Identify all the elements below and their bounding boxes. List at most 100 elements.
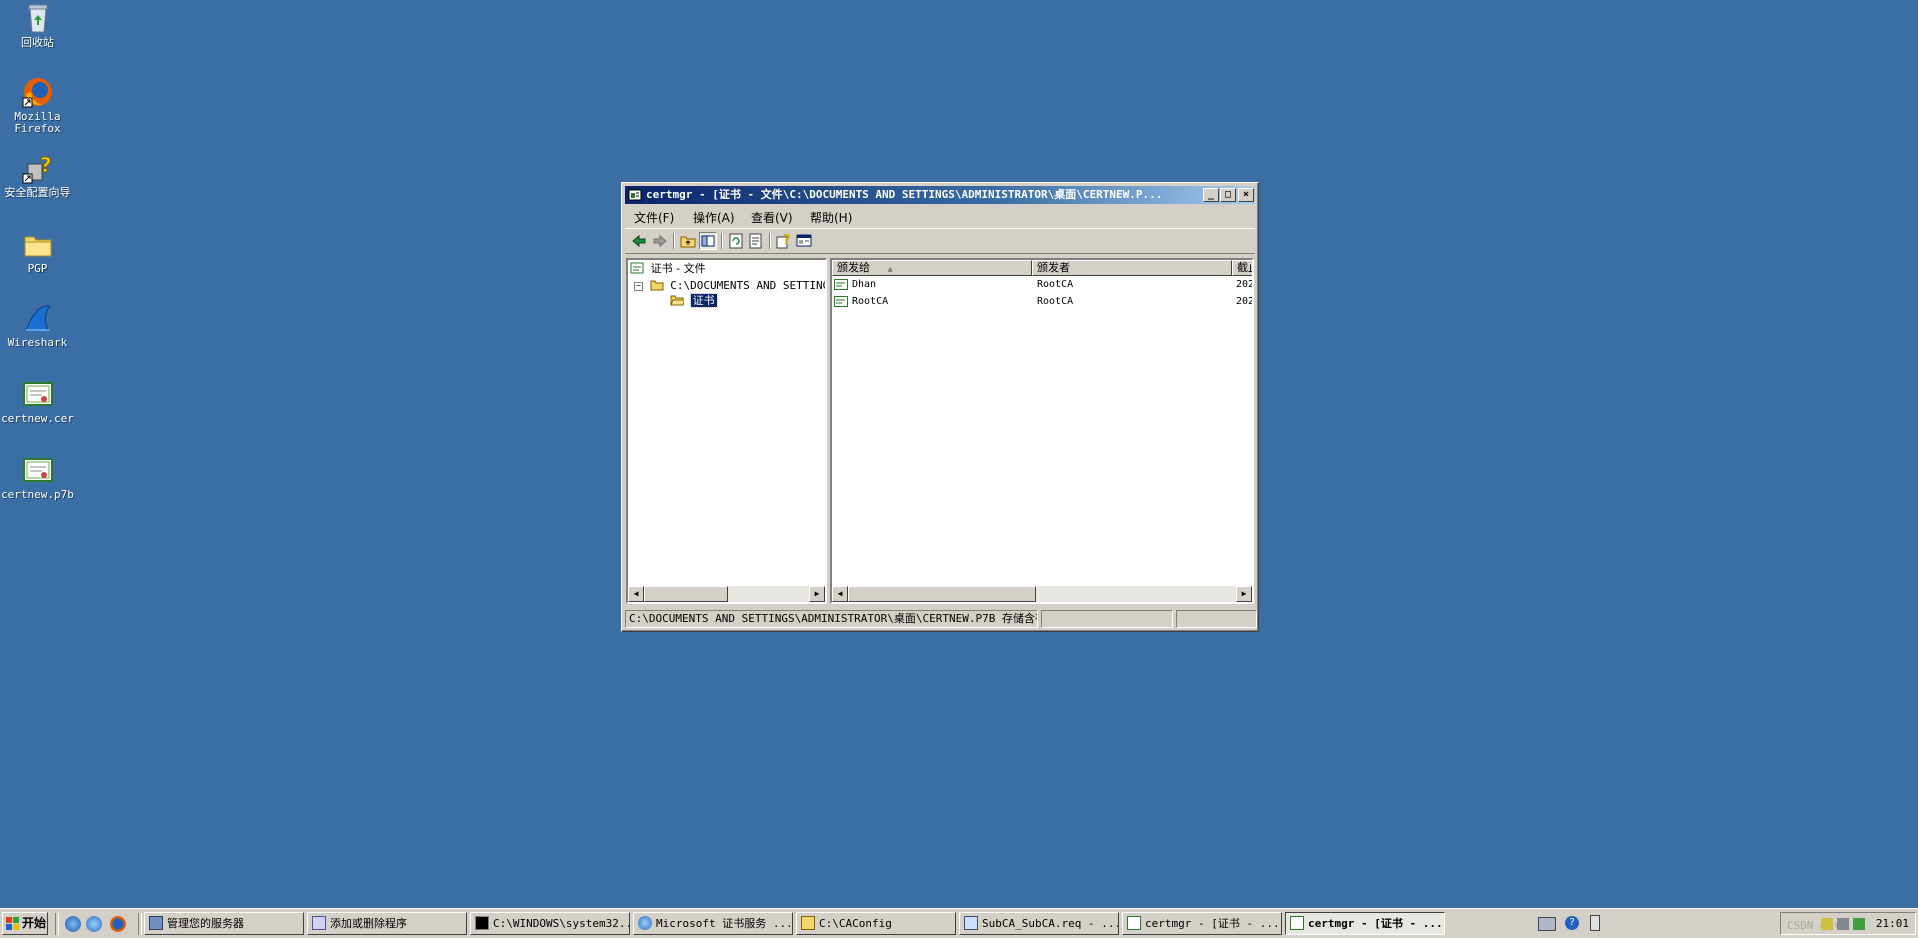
cell-expires: 2025 [1236,279,1254,290]
start-button[interactable]: 开始 [2,912,48,935]
svg-text:?: ? [40,153,52,177]
clock[interactable]: 21:01 [1876,917,1909,930]
tree-root[interactable]: 证书 - 文件 [630,261,706,277]
desktop-icon-label: 回收站 [21,36,54,49]
window-titlebar[interactable]: certmgr - [证书 - 文件\C:\DOCUMENTS AND SETT… [625,186,1255,204]
certmgr-window: certmgr - [证书 - 文件\C:\DOCUMENTS AND SETT… [621,182,1259,632]
status-panel [1041,610,1173,628]
help-tray-icon[interactable]: ? [1565,916,1579,930]
certificate-icon [834,296,848,307]
column-header-issued-by[interactable]: 颁发者 [1032,260,1232,276]
forward-icon[interactable] [651,232,669,250]
toolbar-separator [769,233,771,249]
collapse-box-icon[interactable]: − [634,282,643,291]
folder-icon [650,280,664,291]
column-header-expiration[interactable]: 截止 [1232,260,1252,276]
task-label: SubCA_SubCA.req - ... [982,917,1119,930]
notepad-icon [964,916,978,930]
task-manage-server[interactable]: 管理您的服务器 [144,912,304,935]
menu-view[interactable]: 查看(V) [751,209,793,226]
network-tray-icon[interactable] [1590,915,1600,931]
windows-logo-icon [6,917,19,930]
scroll-left-button[interactable]: ◀ [628,586,644,602]
show-tree-icon[interactable] [699,232,717,250]
scroll-thumb[interactable] [644,586,728,602]
certmgr-icon [1290,916,1304,930]
desktop-icon-label: certnew.p7b [1,488,74,501]
menu-help[interactable]: 帮助(H) [810,209,852,226]
minimize-button[interactable]: _ [1203,188,1219,202]
volume-icon[interactable] [1837,918,1849,930]
desktop-icon-wireshark[interactable]: Wireshark [0,302,75,349]
taskbar-separator [138,913,142,935]
properties-icon[interactable] [795,232,813,250]
window-title: certmgr - [证书 - 文件\C:\DOCUMENTS AND SETT… [646,188,1163,201]
tree-pane: 证书 - 文件 − C:\DOCUMENTS AND SETTINGS\ 证书 … [626,258,827,604]
recycle-bin-icon [22,2,54,34]
column-header-issued-to-label: 颁发给 [837,261,870,274]
task-certmgr-1[interactable]: certmgr - [证书 - ... [1122,912,1282,935]
desktop-icon-firefox[interactable]: Mozilla Firefox [0,76,75,135]
task-command-prompt[interactable]: C:\WINDOWS\system32... [470,912,630,935]
task-add-remove-programs[interactable]: 添加或删除程序 [307,912,467,935]
task-certmgr-2[interactable]: certmgr - [证书 - ... [1285,912,1445,935]
table-row[interactable]: RootCA RootCA 2029 [832,294,1252,310]
table-row[interactable]: Dhan RootCA 2025 [832,277,1254,293]
help-icon[interactable]: ? [775,232,793,250]
task-label: C:\CAConfig [819,917,892,930]
column-header-issued-to[interactable]: 颁发给 ▲ [832,260,1032,276]
sort-ascending-icon: ▲ [887,265,893,273]
task-label: C:\WINDOWS\system32... [493,917,630,930]
cmd-icon [475,916,489,930]
desktop-icon-recycle-bin[interactable]: 回收站 [0,2,75,49]
scroll-left-button[interactable]: ◀ [832,586,848,602]
menu-file[interactable]: 文件(F) [634,209,674,226]
printer-tray-icon[interactable] [1538,917,1556,931]
close-button[interactable]: × [1238,188,1254,202]
server-icon [149,916,163,930]
tree-node-path[interactable]: − C:\DOCUMENTS AND SETTINGS\ [634,278,827,294]
up-folder-icon[interactable] [679,232,697,250]
task-caconfig-folder[interactable]: C:\CAConfig [796,912,956,935]
shield-icon[interactable] [1821,918,1833,930]
scroll-right-button[interactable]: ▶ [809,586,825,602]
export-list-icon[interactable] [747,232,765,250]
firefox-icon [22,76,54,108]
certificate-icon [22,378,54,410]
task-label: Microsoft 证书服务 ... [656,917,793,930]
desktop-icon-certnew-cer[interactable]: certnew.cer [0,378,75,425]
desktop-icon-label: 安全配置向导 [4,186,71,199]
network-status-icon[interactable] [1853,918,1865,930]
desktop-icon-label-line2: Firefox [14,122,61,135]
tree-horizontal-scrollbar[interactable]: ◀ ▶ [628,586,825,602]
cell-issued-to: RootCA [852,296,889,307]
task-certificate-services[interactable]: Microsoft 证书服务 ... [633,912,793,935]
firefox-quicklaunch-icon[interactable] [110,916,126,932]
ie-quicklaunch-icon[interactable] [65,916,81,932]
open-folder-icon [670,295,686,306]
back-icon[interactable] [630,232,648,250]
tree-leaf-label: 证书 [689,293,718,308]
tree-leaf-certificates[interactable]: 证书 [670,293,718,309]
svg-text:?: ? [783,233,791,248]
certmgr-icon [1127,916,1141,930]
toolbar-separator [673,233,675,249]
maximize-button[interactable]: □ [1220,188,1236,202]
task-label: 管理您的服务器 [167,917,244,930]
list-horizontal-scrollbar[interactable]: ◀ ▶ [832,586,1252,602]
tree-node-path-label: C:\DOCUMENTS AND SETTINGS\ [670,279,827,292]
refresh-icon[interactable] [727,232,745,250]
status-panel [1176,610,1257,628]
task-subca-req[interactable]: SubCA_SubCA.req - ... [959,912,1119,935]
menu-action[interactable]: 操作(A) [693,209,735,226]
scroll-thumb[interactable] [848,586,1036,602]
ie-quicklaunch-icon-2[interactable] [86,916,102,932]
folder-icon [22,228,54,260]
scroll-right-button[interactable]: ▶ [1236,586,1252,602]
certificate-icon [834,279,848,290]
toolbar-separator [721,233,723,249]
desktop-icon-security-wizard[interactable]: ? 安全配置向导 [0,152,75,199]
task-label: 添加或删除程序 [330,917,407,930]
desktop-icon-certnew-p7b[interactable]: certnew.p7b [0,454,75,501]
desktop-icon-pgp[interactable]: PGP [0,228,75,275]
